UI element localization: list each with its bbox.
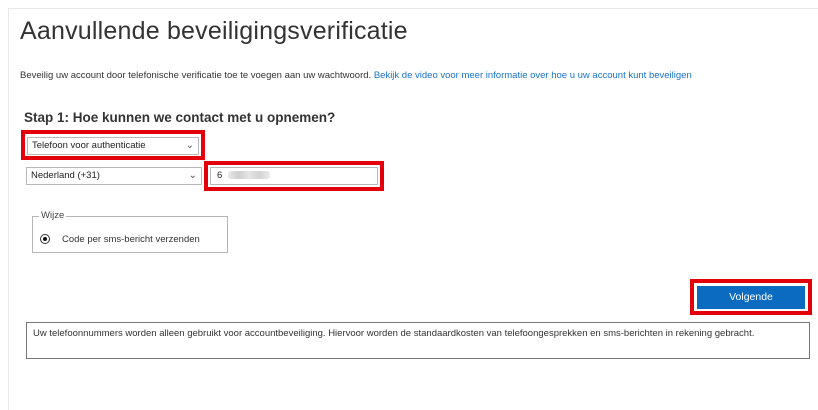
country-code-select[interactable]: Nederland (+31) ⌄ xyxy=(26,167,202,185)
sms-option-label[interactable]: Code per sms-bericht verzenden xyxy=(62,234,200,245)
next-button[interactable]: Volgende xyxy=(697,286,805,309)
privacy-notice: Uw telefoonnummers worden alleen gebruik… xyxy=(26,322,810,359)
mode-legend: Wijze xyxy=(39,210,67,221)
contact-method-value: Telefoon voor authenticatie xyxy=(32,140,146,151)
video-link[interactable]: Bekijk de video voor meer informatie ove… xyxy=(374,70,692,81)
country-code-value: Nederland (+31) xyxy=(31,170,100,181)
radio-selected-icon[interactable] xyxy=(40,234,50,244)
intro-text: Beveilig uw account door telefonische ve… xyxy=(20,70,372,81)
chevron-down-icon: ⌄ xyxy=(188,170,197,181)
intro-paragraph: Beveilig uw account door telefonische ve… xyxy=(20,70,692,81)
contact-method-select[interactable]: Telefoon voor authenticatie ⌄ xyxy=(27,137,199,155)
step-heading: Stap 1: Hoe kunnen we contact met u opne… xyxy=(24,110,336,125)
page-title: Aanvullende beveiligingsverificatie xyxy=(20,17,408,45)
phone-number-value: 6 xyxy=(217,170,223,181)
redacted-digits xyxy=(228,171,271,180)
chevron-down-icon: ⌄ xyxy=(185,140,194,151)
phone-number-input[interactable]: 6 xyxy=(210,167,378,185)
